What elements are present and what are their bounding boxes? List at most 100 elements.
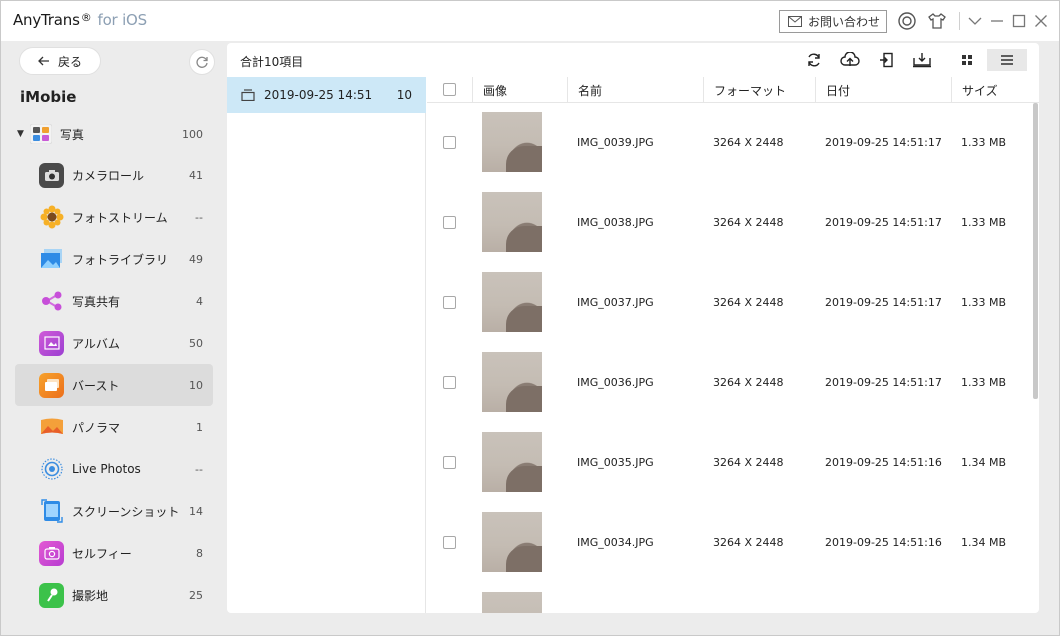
file-size: 1.33 MB <box>961 375 1007 389</box>
registered-mark: ® <box>80 11 92 24</box>
select-all-checkbox[interactable] <box>443 83 456 96</box>
refresh-icon[interactable] <box>804 51 824 69</box>
row-checkbox[interactable] <box>443 216 456 229</box>
sidebar-item-live-photos[interactable]: Live Photos -- <box>15 448 213 490</box>
table-row[interactable]: IMG_0037.JPG 3264 X 2448 2019-09-25 14:5… <box>427 262 1039 342</box>
sidebar-item-label: パノラマ <box>72 420 121 435</box>
file-format: 3264 X 2448 <box>713 215 784 229</box>
list-view-toggle[interactable] <box>987 49 1027 71</box>
app-window: AnyTrans® for iOS お問い合わせ 戻る iMobie ▼ 写真 … <box>0 0 1060 636</box>
sidebar-item-label: フォトストリーム <box>72 210 168 225</box>
row-checkbox[interactable] <box>443 536 456 549</box>
file-format: 3264 X 2448 <box>713 295 784 309</box>
app-subtitle: for iOS <box>97 11 148 29</box>
table-row[interactable]: IMG_0038.JPG 3264 X 2448 2019-09-25 14:5… <box>427 182 1039 262</box>
sidebar-item-burst[interactable]: バースト 10 <box>15 364 213 406</box>
expand-caret-icon[interactable]: ▼ <box>17 129 24 139</box>
file-size: 1.33 MB <box>961 135 1007 149</box>
column-header-size[interactable]: サイズ <box>951 77 1039 103</box>
file-name: IMG_0036.JPG <box>577 375 654 389</box>
sidebar-item-selfie[interactable]: セルフィー 8 <box>15 532 213 574</box>
table-row[interactable]: IMG_0039.JPG 3264 X 2448 2019-09-25 14:5… <box>427 102 1039 182</box>
cloud-upload-icon[interactable] <box>840 51 860 69</box>
grid-view-toggle[interactable] <box>947 49 987 71</box>
file-size: 1.34 MB <box>961 535 1007 549</box>
column-header-name[interactable]: 名前 <box>567 77 703 103</box>
import-to-device-icon[interactable] <box>877 51 897 69</box>
row-checkbox[interactable] <box>443 136 456 149</box>
file-name: IMG_0039.JPG <box>577 135 654 149</box>
sidebar-item-label: セルフィー <box>72 546 132 561</box>
sidebar-item-label: スクリーンショット <box>72 504 180 519</box>
row-checkbox[interactable] <box>443 376 456 389</box>
sidebar-item-camera-roll[interactable]: カメラロール 41 <box>15 154 213 196</box>
grid-view-icon <box>962 55 972 65</box>
table-scrollbar[interactable] <box>1033 103 1038 399</box>
sidebar-refresh-button[interactable] <box>189 49 215 75</box>
titlebar-separator <box>959 12 960 30</box>
export-to-pc-icon[interactable] <box>912 51 932 69</box>
sidebar-item-label: フォトライブラリ <box>72 252 169 267</box>
photo-thumbnail[interactable] <box>482 192 542 252</box>
sidebar-item-label: 撮影地 <box>72 588 109 603</box>
sidebar-item-count: 41 <box>189 168 203 182</box>
file-date: 2019-09-25 14:51:17 <box>825 215 942 229</box>
chevron-down-icon[interactable] <box>965 11 985 31</box>
sidebar-item-photo-library[interactable]: フォトライブラリ 49 <box>15 238 213 280</box>
file-name: IMG_0035.JPG <box>577 455 654 469</box>
skin-shirt-icon[interactable] <box>927 11 947 31</box>
album-icon <box>39 330 64 356</box>
back-label: 戻る <box>57 54 82 69</box>
column-header-image[interactable]: 画像 <box>472 77 567 103</box>
support-icon[interactable] <box>897 11 917 31</box>
stack-icon <box>241 89 255 101</box>
sidebar-item-count: 50 <box>189 336 203 350</box>
table-row[interactable]: IMG_0036.JPG 3264 X 2448 2019-09-25 14:5… <box>427 342 1039 422</box>
maximize-icon[interactable] <box>1009 11 1029 31</box>
column-header-format[interactable]: フォーマット <box>703 77 815 103</box>
photo-thumbnail[interactable] <box>482 512 542 572</box>
sidebar-item-count: 49 <box>189 252 203 266</box>
file-date: 2019-09-25 14:51:17 <box>825 375 942 389</box>
back-button[interactable]: 戻る <box>19 47 101 75</box>
file-format: 3264 X 2448 <box>713 375 784 389</box>
photo-thumbnail[interactable] <box>482 272 542 332</box>
sidebar-item-places[interactable]: 撮影地 25 <box>15 574 213 616</box>
sidebar-item-count: 8 <box>196 546 203 560</box>
sidebar-item-photo-stream[interactable]: フォトストリーム -- <box>15 196 213 238</box>
row-checkbox[interactable] <box>443 456 456 469</box>
mail-icon <box>788 16 802 27</box>
contact-button[interactable]: お問い合わせ <box>779 10 887 33</box>
panorama-icon <box>39 415 64 440</box>
category-photos[interactable]: ▼ 写真 100 <box>17 120 207 148</box>
device-name: iMobie <box>20 88 77 106</box>
table-row[interactable]: IMG_0034.JPG 3264 X 2448 2019-09-25 14:5… <box>427 502 1039 582</box>
sidebar-item-count: 1 <box>196 420 203 434</box>
contact-label: お問い合わせ <box>808 15 881 29</box>
sidebar-item-count: 14 <box>189 504 203 518</box>
file-format: 3264 X 2448 <box>713 535 784 549</box>
photo-thumbnail[interactable] <box>482 592 542 613</box>
sidebar-item-panorama[interactable]: パノラマ 1 <box>15 406 213 448</box>
sidebar-item-album[interactable]: アルバム 50 <box>15 322 213 364</box>
photo-thumbnail[interactable] <box>482 432 542 492</box>
photo-table: 画像 名前 フォーマット 日付 サイズ IMG_0039.JPG 3264 X … <box>427 77 1039 613</box>
row-checkbox[interactable] <box>443 296 456 309</box>
table-row[interactable]: IMG_0035.JPG 3264 X 2448 2019-09-25 14:5… <box>427 422 1039 502</box>
photo-thumbnail[interactable] <box>482 352 542 412</box>
table-row[interactable] <box>427 582 1039 613</box>
selfie-icon <box>39 540 64 566</box>
sidebar-item-screenshot[interactable]: スクリーンショット 14 <box>15 490 213 532</box>
close-icon[interactable] <box>1031 11 1051 31</box>
sidebar-item-photo-sharing[interactable]: 写真共有 4 <box>15 280 213 322</box>
file-date: 2019-09-25 14:51:16 <box>825 535 942 549</box>
minimize-icon[interactable] <box>987 11 1007 31</box>
arrow-left-icon <box>38 56 49 66</box>
live-photos-icon <box>39 457 64 482</box>
date-group-label: 2019-09-25 14:51 <box>264 88 373 102</box>
date-group-item[interactable]: 2019-09-25 14:51 10 <box>227 77 426 113</box>
category-label: 写真 <box>59 127 84 142</box>
date-group-list: 2019-09-25 14:51 10 <box>227 77 426 613</box>
photo-thumbnail[interactable] <box>482 112 542 172</box>
column-header-date[interactable]: 日付 <box>815 77 951 103</box>
